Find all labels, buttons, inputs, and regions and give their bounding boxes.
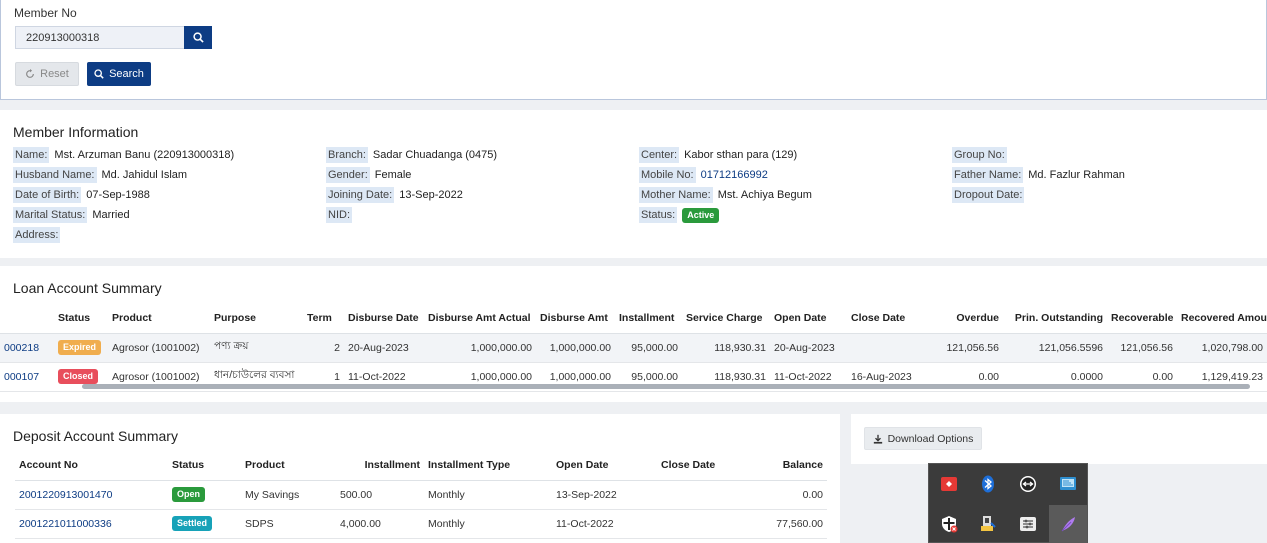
security-shield-icon[interactable] bbox=[930, 505, 968, 543]
table-row: 2001221011000336 Settled SDPS 4,000.00 M… bbox=[15, 509, 827, 539]
col-recoverable: Recoverable bbox=[1107, 303, 1177, 334]
system-tray-overflow bbox=[928, 463, 1088, 543]
field-gender: Gender: Female bbox=[326, 167, 412, 183]
field-date-of-birth: Date of Birth: 07-Sep-1988 bbox=[13, 187, 150, 203]
member-information-card: Member Information Name: Mst. Arzuman Ban… bbox=[0, 110, 1267, 258]
field-marital-status: Marital Status: Married bbox=[13, 207, 130, 223]
field-center: Center: Kabor sthan para (129) bbox=[639, 147, 798, 163]
col-term: Term bbox=[303, 303, 344, 334]
field-father-name: Father Name: Md. Fazlur Rahman bbox=[952, 167, 1125, 183]
deposit-table: Account No Status Product Installment In… bbox=[15, 450, 827, 539]
deposit-header-row: Account No Status Product Installment In… bbox=[15, 450, 827, 481]
field-group-no: Group No: bbox=[952, 147, 1007, 163]
search-icon bbox=[192, 32, 204, 43]
col-purpose: Purpose bbox=[210, 303, 303, 334]
refresh-icon bbox=[26, 69, 35, 78]
member-no-input[interactable] bbox=[15, 26, 185, 49]
table-row: 2001220913001470 Open My Savings 500.00 … bbox=[15, 480, 827, 510]
field-husband-name: Husband Name: Md. Jahidul Islam bbox=[13, 167, 188, 183]
download-options-button[interactable]: Download Options bbox=[864, 427, 982, 450]
status-badge: Open bbox=[172, 487, 206, 502]
deposit-account-summary-card: Deposit Account Summary Account No Statu… bbox=[0, 414, 840, 543]
loan-account-summary-card: Loan Account Summary Status Product Purp… bbox=[0, 266, 1267, 402]
search-label: Search bbox=[109, 68, 144, 80]
col-product: Product bbox=[241, 450, 336, 481]
download-options-label: Download Options bbox=[887, 432, 974, 445]
loan-account-link[interactable]: 000107 bbox=[0, 362, 54, 392]
search-button[interactable]: Search bbox=[87, 62, 151, 86]
loan-header-row: Status Product Purpose Term Disburse Dat… bbox=[0, 303, 1267, 334]
col-status: Status bbox=[54, 303, 108, 334]
col-open-date: Open Date bbox=[770, 303, 847, 334]
anydesk-icon[interactable] bbox=[930, 465, 968, 503]
settings-panel-icon[interactable] bbox=[1009, 505, 1047, 543]
col-open-date: Open Date bbox=[552, 450, 657, 481]
field-dropout-date: Dropout Date: bbox=[952, 187, 1025, 203]
member-search-panel: Member No Reset Search bbox=[0, 0, 1267, 100]
status-badge: Active bbox=[682, 207, 720, 223]
field-branch: Branch: Sadar Chuadanga (0475) bbox=[326, 147, 498, 163]
member-lookup-button[interactable] bbox=[184, 26, 212, 49]
field-joining-date: Joining Date: 13-Sep-2022 bbox=[326, 187, 463, 203]
col-status: Status bbox=[168, 450, 241, 481]
col-balance: Balance bbox=[745, 450, 827, 481]
field-name: Name: Mst. Arzuman Banu (220913000318) bbox=[13, 147, 235, 163]
feather-app-icon[interactable] bbox=[1049, 505, 1087, 543]
loan-summary-title: Loan Account Summary bbox=[13, 280, 162, 296]
field-mother-name: Mother Name: Mst. Achiya Begum bbox=[639, 187, 812, 203]
status-badge: Settled bbox=[172, 516, 213, 531]
search-icon bbox=[94, 69, 104, 79]
col-prin-outstanding: Prin. Outstanding bbox=[1003, 303, 1107, 334]
table-row: 000218 Expired Agrosor (1001002) পণ্য ক্… bbox=[0, 333, 1267, 363]
reset-button[interactable]: Reset bbox=[15, 62, 79, 86]
download-icon bbox=[873, 434, 882, 444]
bluetooth-icon[interactable] bbox=[969, 465, 1007, 503]
field-nid: NID: bbox=[326, 207, 352, 223]
reset-label: Reset bbox=[40, 68, 69, 80]
col-disburse-amt: Disburse Amt bbox=[536, 303, 615, 334]
field-address: Address: bbox=[13, 227, 61, 243]
status-badge: Closed bbox=[58, 369, 99, 384]
usb-device-icon[interactable] bbox=[969, 505, 1007, 543]
status-badge: Expired bbox=[58, 340, 102, 355]
col-service-charge: Service Charge bbox=[682, 303, 770, 334]
deposit-account-link[interactable]: 2001221011000336 bbox=[15, 509, 168, 539]
loan-table-scrollbar[interactable] bbox=[82, 384, 1250, 389]
col-installment-type: Installment Type bbox=[424, 450, 552, 481]
col-close-date: Close Date bbox=[657, 450, 745, 481]
col-installment: Installment bbox=[336, 450, 424, 481]
col-account-no: Account No bbox=[15, 450, 168, 481]
field-mobile-no: Mobile No: 01712166992 bbox=[639, 167, 768, 183]
col-disburse-amt-actual: Disburse Amt Actual bbox=[424, 303, 536, 334]
member-information-title: Member Information bbox=[13, 124, 139, 140]
deposit-summary-title: Deposit Account Summary bbox=[13, 428, 178, 444]
deposit-account-link[interactable]: 2001220913001470 bbox=[15, 480, 168, 510]
col-installment: Installment bbox=[615, 303, 682, 334]
loan-account-link[interactable]: 000218 bbox=[0, 333, 54, 363]
col-product: Product bbox=[108, 303, 210, 334]
member-no-label: Member No bbox=[14, 6, 77, 20]
field-status: Status: Active bbox=[639, 207, 720, 223]
col-close-date: Close Date bbox=[847, 303, 937, 334]
col-disburse-date: Disburse Date bbox=[344, 303, 424, 334]
network-app-icon[interactable] bbox=[1049, 465, 1087, 503]
loan-table: Status Product Purpose Term Disburse Dat… bbox=[0, 303, 1267, 392]
col-recovered-amount: Recovered Amount bbox=[1177, 303, 1267, 334]
teamviewer-icon[interactable] bbox=[1009, 465, 1047, 503]
download-options-card: Download Options bbox=[851, 414, 1267, 464]
col-overdue: Overdue bbox=[937, 303, 1003, 334]
mobile-link[interactable]: 01712166992 bbox=[701, 169, 768, 181]
